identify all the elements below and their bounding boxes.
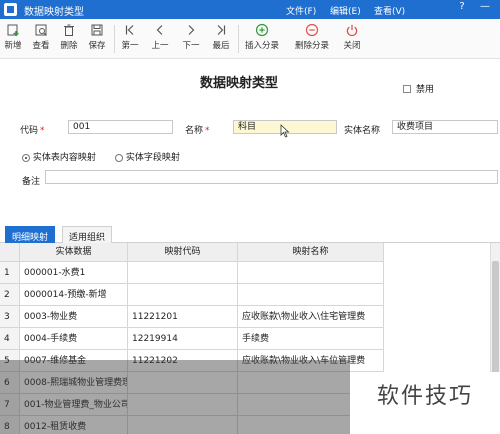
delete-button[interactable]: 删除 [58,21,80,57]
new-button[interactable]: 新增 [2,21,24,57]
radio-entity-field-label: 实体字段映射 [125,153,180,163]
close-label: 关闭 [343,41,361,51]
save-icon [91,24,103,36]
delete-label: 删除 [60,41,78,51]
prev-button[interactable]: 上一 [148,21,172,57]
column-header-entity[interactable]: 实体数据 [20,243,128,262]
code-label-text: 代码 [20,126,39,136]
insert-row-label: 插入分录 [244,41,279,51]
last-label: 最后 [212,41,230,51]
name-label-text: 名称 [185,126,204,136]
prev-label: 上一 [151,41,169,51]
mapping-code-cell[interactable] [128,284,238,306]
column-header-code[interactable]: 映射代码 [128,243,238,262]
mapping-name-cell[interactable]: 手续费 [238,328,384,350]
column-header-name[interactable]: 映射名称 [238,243,384,262]
entity-data-cell[interactable]: 0004-手续费 [20,328,128,350]
view-icon [35,24,47,36]
toolbar-divider [238,25,239,53]
radio-entity-content-label: 实体表内容映射 [32,153,96,163]
mapping-name-cell[interactable] [238,262,384,284]
insert-row-button[interactable]: 插入分录 [242,21,282,57]
menu-file[interactable]: 文件(F) [286,4,316,17]
watermark-overlay [0,360,350,434]
prev-record-icon [156,25,163,35]
toolbar: 新增 查看 删除 保存 第一 上一 下一 最后 插入分录 删除分录 关闭 [0,19,500,59]
remark-label: 备注 [22,177,41,187]
menu-view[interactable]: 查看(V) [374,4,405,17]
last-record-icon [217,25,226,35]
disable-checkbox[interactable]: 禁用 [403,82,434,95]
mapping-name-cell[interactable]: 应收账款\物业收入\住宅管理费 [238,306,384,328]
watermark-text: 软件技巧 [350,372,500,434]
disable-label: 禁用 [416,85,435,95]
save-button[interactable]: 保存 [86,21,108,57]
toolbar-divider [114,25,115,53]
menu-edit[interactable]: 编辑(E) [330,4,361,17]
tab-applicable-org[interactable]: 适用组织 [62,226,113,243]
mapping-code-cell[interactable] [128,262,238,284]
next-record-icon [188,25,195,35]
mapping-name-cell[interactable] [238,284,384,306]
title-bar: 数据映射类型 文件(F) 编辑(E) 查看(V) ? — [0,0,500,19]
form-area: 数据映射类型 禁用 代码 * 001 名称 * 科目 实体名称 收费项目 实体表内容… [0,60,500,220]
required-mark: * [205,126,210,136]
radio-checked-icon [22,153,30,162]
radio-entity-field[interactable]: 实体字段映射 [115,150,180,163]
entity-name-label: 实体名称 [344,126,381,136]
row-number-cell[interactable]: 2 [0,284,20,306]
entity-name-field[interactable]: 收费项目 [392,120,498,134]
entity-data-cell[interactable]: 0003-物业费 [20,306,128,328]
tab-detail-mapping[interactable]: 明细映射 [5,226,56,243]
first-button[interactable]: 第一 [118,21,142,57]
mapping-code-cell[interactable]: 12219914 [128,328,238,350]
remark-field[interactable] [45,170,498,184]
code-label: 代码 * [20,123,45,136]
minus-circle-icon [305,23,319,37]
form-title: 数据映射类型 [200,76,279,91]
row-number-header [0,243,20,262]
delete-row-button[interactable]: 删除分录 [292,21,332,57]
trash-icon [64,24,74,36]
row-number-cell[interactable]: 4 [0,328,20,350]
first-record-icon [125,25,134,35]
checkbox-icon [403,84,411,93]
entity-data-cell[interactable]: 000001-水费1 [20,262,128,284]
name-label: 名称 * [185,123,210,136]
first-label: 第一 [121,41,139,51]
close-button[interactable]: 关闭 [340,21,364,57]
row-number-cell[interactable]: 1 [0,262,20,284]
app-icon [4,3,17,16]
new-label: 新增 [4,41,22,51]
view-button[interactable]: 查看 [30,21,52,57]
required-mark: * [40,126,45,136]
entity-data-cell[interactable]: 0000014-预缴-新增 [20,284,128,306]
delete-row-label: 删除分录 [294,41,329,51]
detail-tabs: 明细映射 适用组织 [0,223,500,243]
power-icon [346,24,358,37]
row-number-cell[interactable]: 3 [0,306,20,328]
mouse-cursor-icon [280,124,290,138]
new-icon [7,24,19,36]
view-label: 查看 [32,41,50,51]
help-button[interactable]: ? [455,1,469,17]
next-label: 下一 [182,41,200,51]
minimize-button[interactable]: — [478,1,492,17]
radio-unchecked-icon [115,153,123,162]
plus-circle-icon [255,23,269,37]
radio-entity-content[interactable]: 实体表内容映射 [22,150,96,163]
save-label: 保存 [88,41,106,51]
last-button[interactable]: 最后 [209,21,233,57]
code-field[interactable]: 001 [68,120,173,134]
mapping-code-cell[interactable]: 11221201 [128,306,238,328]
next-button[interactable]: 下一 [179,21,203,57]
window-title: 数据映射类型 [24,7,84,18]
